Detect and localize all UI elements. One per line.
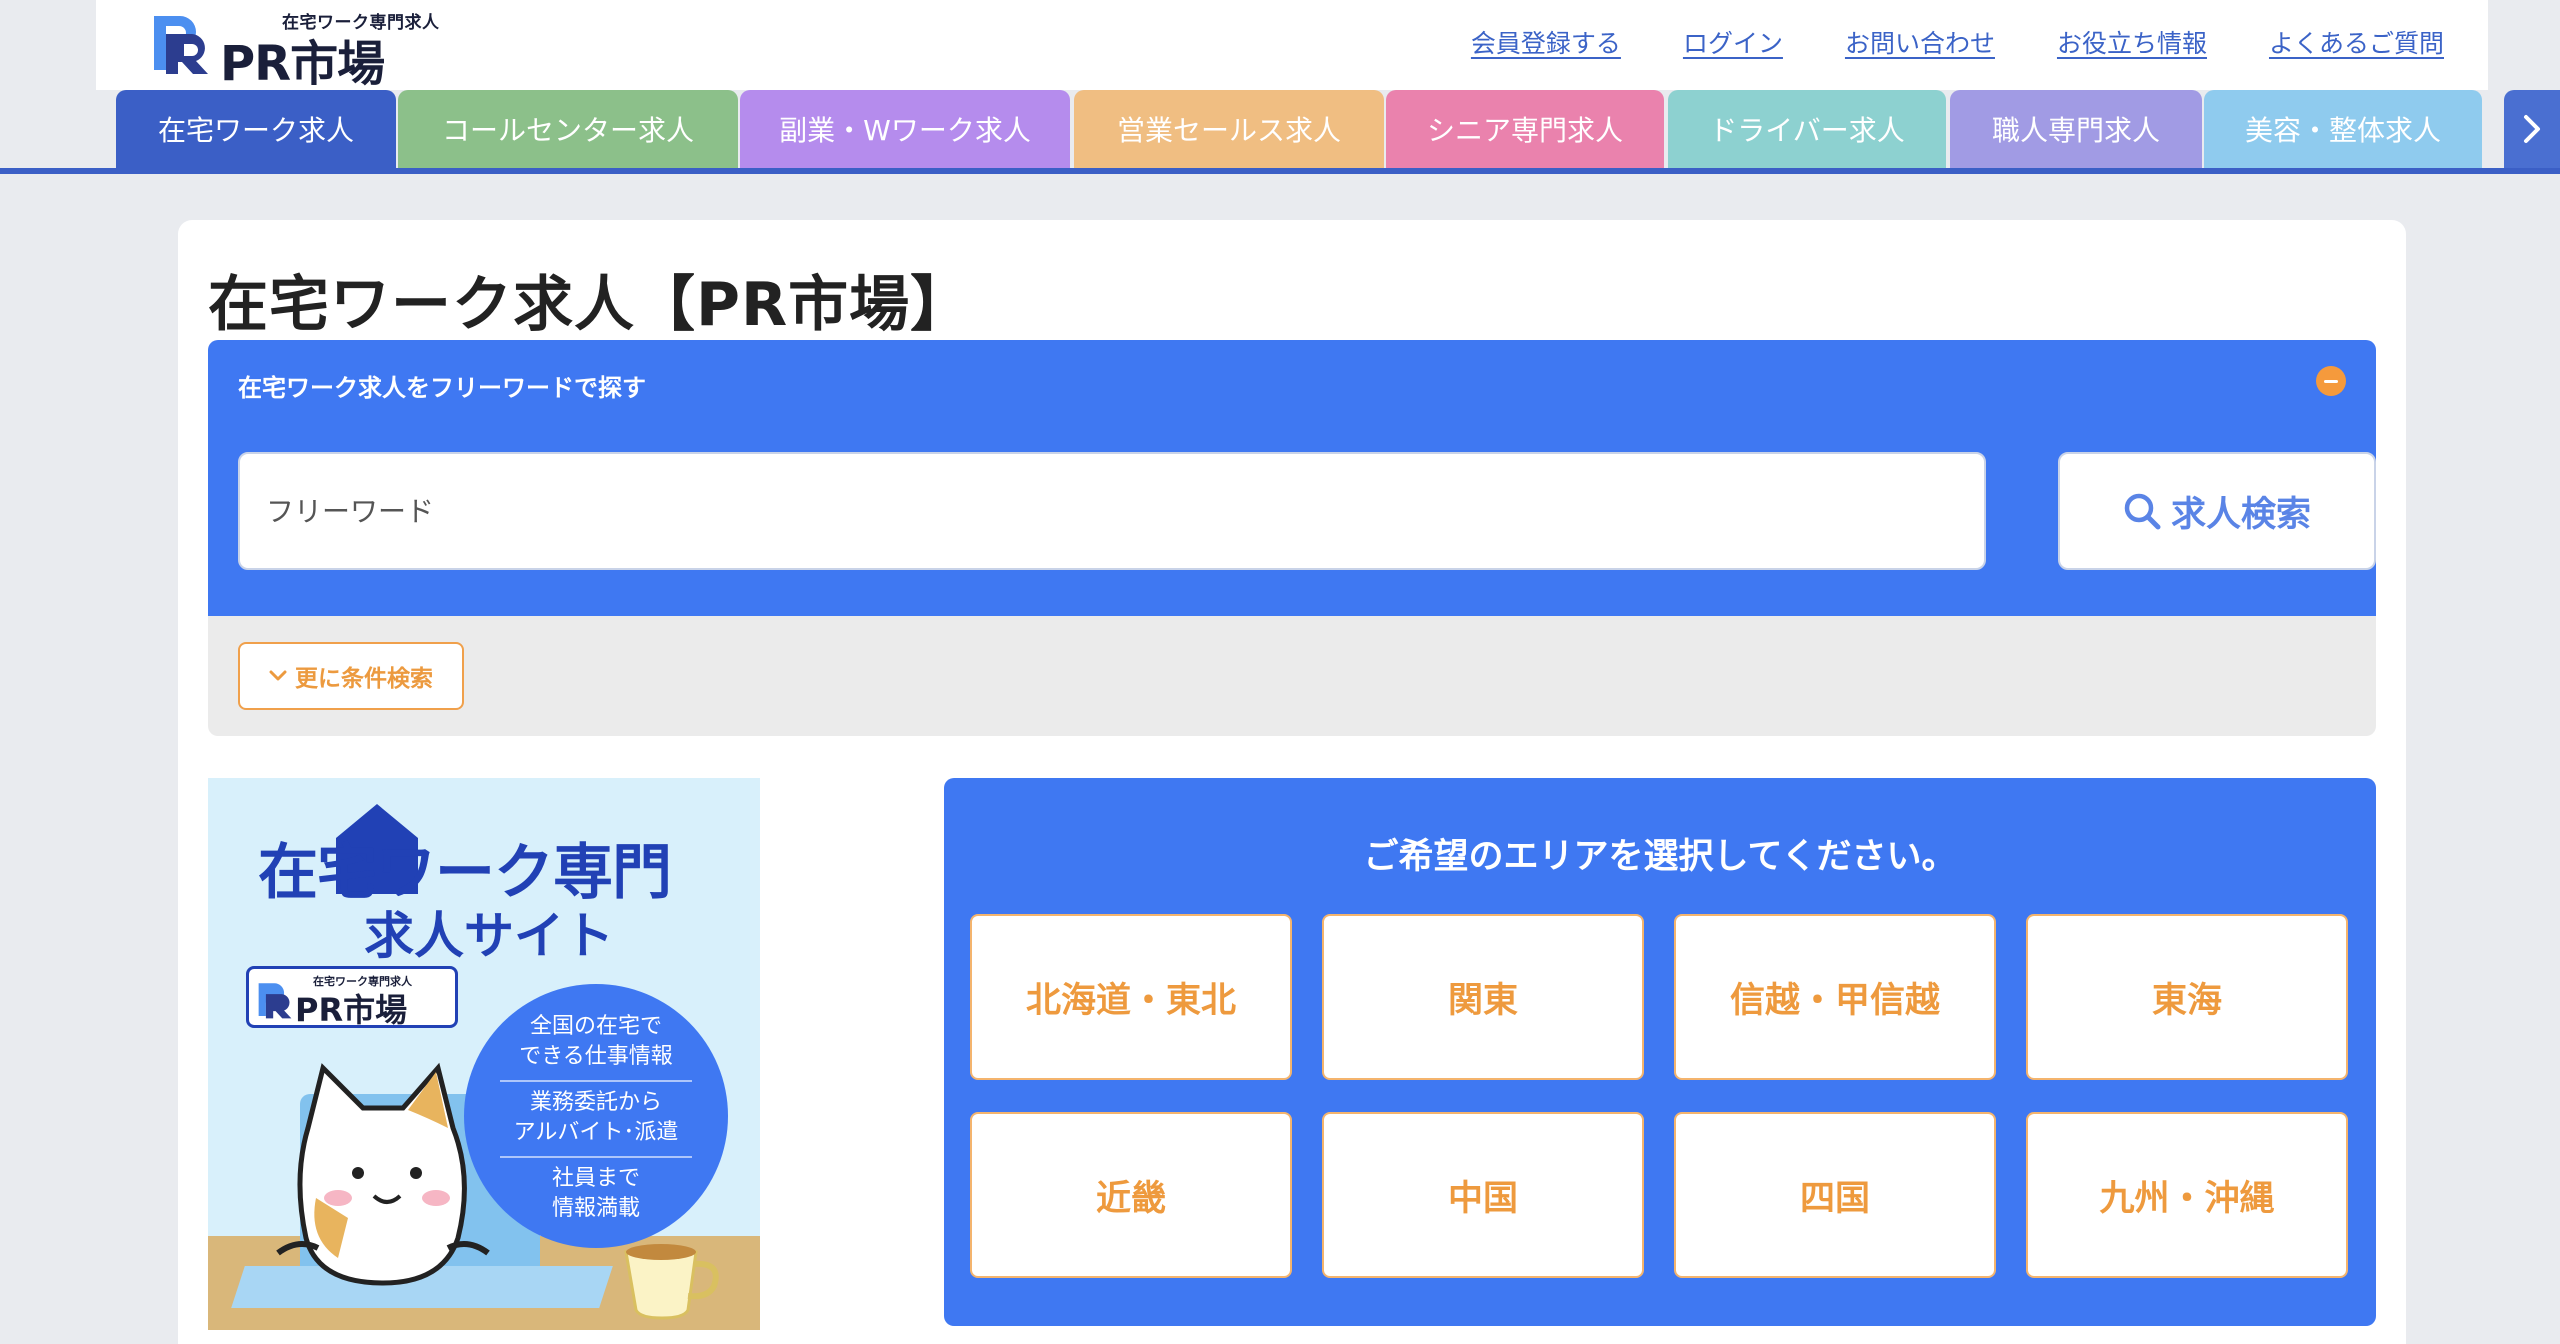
nav-underline — [0, 168, 2560, 174]
search-panel: 在宅ワーク求人をフリーワードで探す 求人検索 — [208, 340, 2376, 616]
area-button-shikoku[interactable]: 四国 — [1674, 1112, 1996, 1278]
link-contact[interactable]: お問い合わせ — [1845, 24, 1995, 60]
feature-line: できる仕事情報 — [519, 1044, 673, 1069]
link-useful-info[interactable]: お役立ち情報 — [2057, 24, 2207, 60]
search-button-label: 求人検索 — [2170, 494, 2311, 535]
link-faq[interactable]: よくあるご質問 — [2269, 24, 2444, 60]
category-nav: 在宅ワーク求人 コールセンター求人 副業・Wワーク求人 営業セールス求人 シニア… — [0, 90, 2560, 178]
tab-label: 在宅ワーク求人 — [157, 114, 354, 147]
site-header: 在宅ワーク専門求人 PR市場 会員登録する ログイン お問い合わせ お役立ち情報… — [96, 0, 2488, 92]
minus-icon — [2324, 379, 2338, 383]
collapse-button[interactable] — [2316, 366, 2346, 396]
header-links: 会員登録する ログイン お問い合わせ お役立ち情報 よくあるご質問 — [1471, 24, 2444, 60]
tab-driver[interactable]: ドライバー求人 — [1668, 90, 1946, 168]
banner-logo-name: PR市場 — [295, 991, 408, 1029]
area-button-kinki[interactable]: 近畿 — [970, 1112, 1292, 1278]
banner-features-circle: 全国の在宅で できる仕事情報 業務委託から アルバイト･派遣 社員まで 情報満載 — [464, 984, 728, 1248]
pr-logo-icon — [154, 16, 208, 74]
banner-logo: 在宅ワーク専門求人 PR市場 — [246, 966, 458, 1029]
area-heading: ご希望のエリアを選択してください。 — [1363, 837, 1957, 877]
tab-label: コールセンター求人 — [441, 114, 694, 147]
main-content: 在宅ワーク求人【PR市場】 在宅ワーク求人をフリーワードで探す 求人検索 更に条… — [178, 220, 2406, 1344]
area-button-chugoku[interactable]: 中国 — [1322, 1112, 1644, 1278]
tab-side-job[interactable]: 副業・Wワーク求人 — [740, 90, 1070, 168]
tab-label: 美容・整体求人 — [2244, 114, 2441, 147]
nav-next-button[interactable] — [2504, 90, 2560, 168]
pr-logo-icon — [258, 983, 292, 1019]
cat-mascot-icon — [276, 1062, 490, 1286]
tab-call-center[interactable]: コールセンター求人 — [398, 90, 738, 168]
tab-senior[interactable]: シニア専門求人 — [1386, 90, 1664, 168]
advanced-search-bar: 更に条件検索 — [208, 616, 2376, 736]
area-button-kyushu-okinawa[interactable]: 九州・沖縄 — [2026, 1112, 2348, 1278]
feature-line: 全国の在宅で — [529, 1014, 662, 1039]
search-icon — [2124, 493, 2161, 530]
area-button-kanto[interactable]: 関東 — [1322, 914, 1644, 1080]
search-button[interactable]: 求人検索 — [2058, 452, 2376, 570]
chevron-right-icon — [2524, 115, 2540, 143]
tab-label: 職人専門求人 — [1991, 114, 2160, 147]
search-heading: 在宅ワーク求人をフリーワードで探す — [238, 374, 646, 402]
coffee-cup-icon — [624, 1244, 719, 1320]
feature-line: アルバイト･派遣 — [513, 1120, 679, 1145]
promo-banner[interactable]: 在宅ワーク専門 求人サイト 在宅ワーク専門求人 PR市場 全国の在宅で できる仕… — [208, 778, 760, 1330]
link-login[interactable]: ログイン — [1683, 24, 1783, 60]
logo-name: PR市場 — [220, 36, 385, 92]
search-input[interactable] — [238, 452, 1986, 570]
tab-remote-work[interactable]: 在宅ワーク求人 — [116, 90, 396, 168]
tab-label: ドライバー求人 — [1709, 114, 1905, 147]
chevron-down-icon — [269, 670, 287, 681]
more-conditions-button[interactable]: 更に条件検索 — [238, 642, 464, 710]
site-logo[interactable]: 在宅ワーク専門求人 PR市場 — [148, 6, 439, 92]
feature-line: 業務委託から — [529, 1090, 662, 1115]
tab-craftsman[interactable]: 職人専門求人 — [1950, 90, 2202, 168]
area-button-tokai[interactable]: 東海 — [2026, 914, 2348, 1080]
area-selector: ご希望のエリアを選択してください。 北海道・東北 関東 信越・甲信越 東海 近畿… — [944, 778, 2376, 1326]
tab-sales[interactable]: 営業セールス求人 — [1074, 90, 1384, 168]
feature-divider — [500, 1156, 692, 1158]
page-title: 在宅ワーク求人【PR市場】 — [208, 270, 972, 340]
banner-subtitle: 求人サイト — [364, 907, 614, 965]
tab-label: 副業・Wワーク求人 — [779, 114, 1031, 147]
area-button-shinetsu[interactable]: 信越・甲信越 — [1674, 914, 1996, 1080]
tab-beauty[interactable]: 美容・整体求人 — [2204, 90, 2482, 168]
area-button-hokkaido-tohoku[interactable]: 北海道・東北 — [970, 914, 1292, 1080]
more-conditions-label: 更に条件検索 — [295, 666, 433, 692]
tab-label: 営業セールス求人 — [1116, 114, 1341, 147]
feature-line: 社員まで — [551, 1166, 640, 1191]
link-register[interactable]: 会員登録する — [1471, 24, 1621, 60]
tab-label: シニア専門求人 — [1426, 114, 1623, 147]
feature-divider — [500, 1080, 692, 1082]
feature-line: 情報満載 — [551, 1196, 640, 1221]
